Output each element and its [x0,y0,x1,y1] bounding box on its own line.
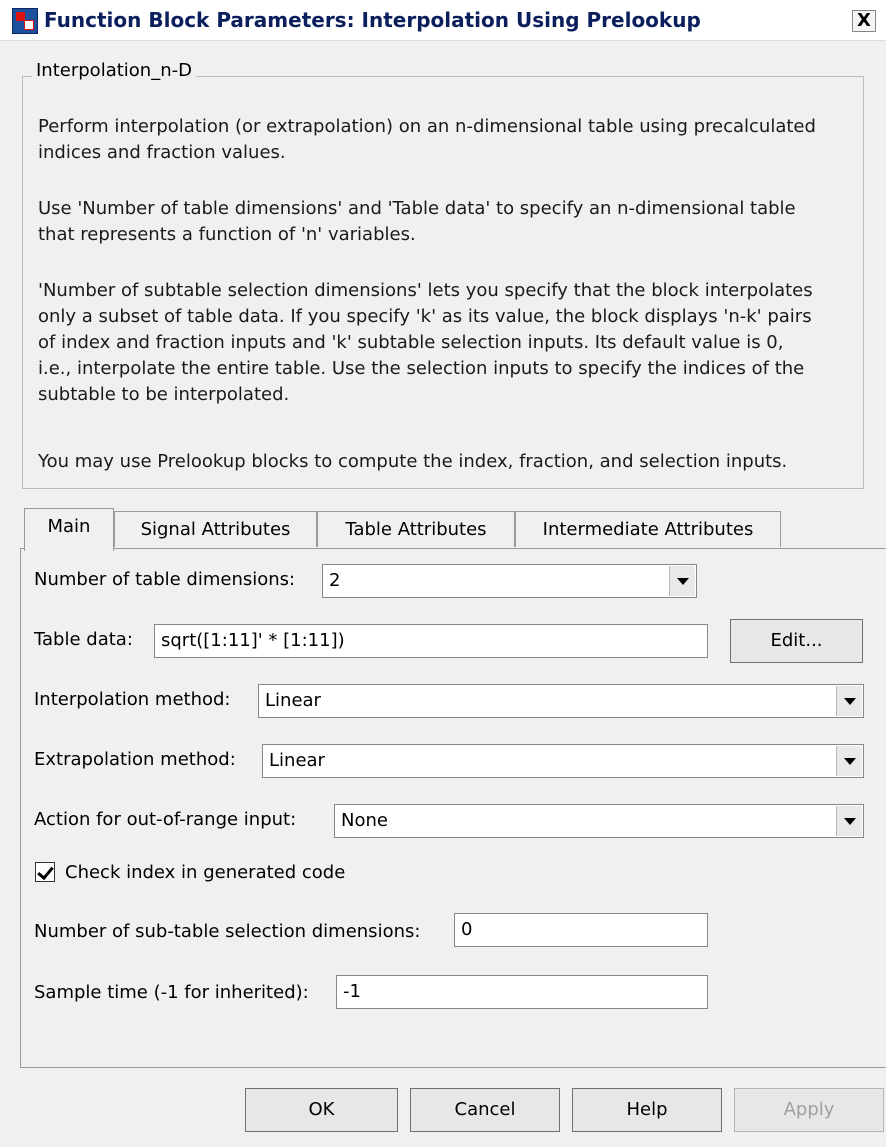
description-paragraph-2: Use 'Number of table dimensions' and 'Ta… [38,198,796,245]
group-legend: Interpolation_n-D [32,60,196,81]
simulink-app-icon [12,8,38,34]
edit-table-button[interactable]: Edit... [730,619,863,663]
tab-strip: Main Signal Attributes Table Attributes … [20,508,790,551]
subtable-dims-input[interactable]: 0 [454,913,708,947]
tab-intermediate-attributes[interactable]: Intermediate Attributes [515,511,781,547]
ok-button[interactable]: OK [245,1088,398,1132]
num-table-dims-label: Number of table dimensions: [34,569,296,590]
tab-main[interactable]: Main [24,508,114,551]
window-title: Function Block Parameters: Interpolation… [44,8,701,32]
interp-method-label: Interpolation method: [34,689,231,710]
subtable-dims-label: Number of sub-table selection dimensions… [34,921,421,942]
chevron-down-icon[interactable] [669,566,695,596]
out-of-range-label: Action for out-of-range input: [34,809,297,830]
description-paragraph-3: 'Number of subtable selection dimensions… [38,280,813,405]
title-bar: Function Block Parameters: Interpolation… [0,0,886,41]
tab-signal-attributes[interactable]: Signal Attributes [114,511,317,547]
out-of-range-select[interactable]: None [334,804,864,838]
check-index-label: Check index in generated code [65,862,346,883]
table-data-input[interactable]: sqrt([1:11]' * [1:11]) [154,624,708,658]
apply-button[interactable]: Apply [734,1088,884,1132]
description-paragraph-1: Perform interpolation (or extrapolation)… [38,116,816,163]
description-paragraph-4: You may use Prelookup blocks to compute … [38,451,788,472]
num-table-dims-select[interactable]: 2 [322,564,697,598]
close-icon[interactable]: X [852,10,876,32]
tab-table-attributes[interactable]: Table Attributes [317,511,515,547]
chevron-down-icon[interactable] [836,806,862,836]
checkmark-icon [37,862,54,881]
sample-time-input[interactable]: -1 [336,975,708,1009]
extrap-method-select[interactable]: Linear [262,744,864,778]
interp-method-select[interactable]: Linear [258,684,864,718]
cancel-button[interactable]: Cancel [410,1088,560,1132]
extrap-method-label: Extrapolation method: [34,749,236,770]
table-data-label: Table data: [34,629,133,650]
sample-time-label: Sample time (-1 for inherited): [34,982,309,1003]
check-index-checkbox[interactable] [35,862,55,882]
chevron-down-icon[interactable] [836,746,862,776]
help-button[interactable]: Help [572,1088,722,1132]
chevron-down-icon[interactable] [836,686,862,716]
